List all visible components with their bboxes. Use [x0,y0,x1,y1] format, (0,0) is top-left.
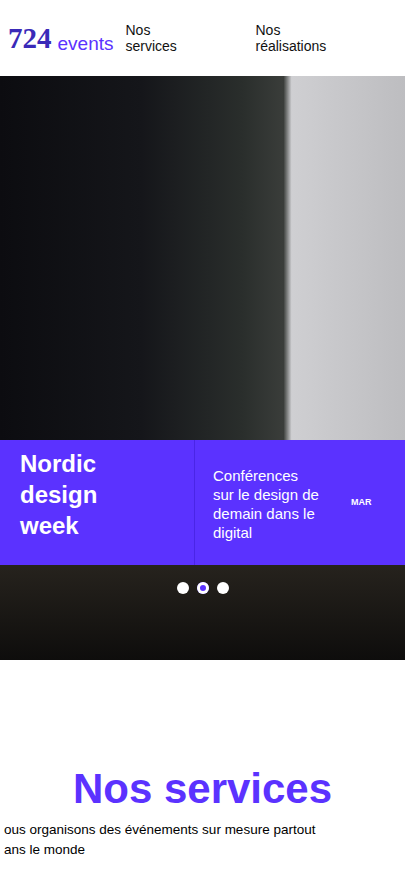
services-text-line: ous organisons des événements sur mesure… [4,820,405,840]
slide-date: MAR [345,496,372,510]
hero-photo [0,550,405,660]
slide-description-line: Conférences [213,466,337,485]
nav-link[interactable]: Nos réalisations [255,22,347,54]
nav-link[interactable]: Nos services [125,22,197,54]
site-header: 724 events Nos services Nos réalisations [0,0,405,76]
hero-slider: NordicdesignweekConférencessur le design… [0,76,405,660]
slide-title-line: Nordic [20,448,184,479]
slide-title-line: week [20,510,184,541]
services-text: ous organisons des événements sur mesure… [0,820,405,860]
logo-number: 724 [8,24,52,53]
slide-description-line: sur le design de [213,485,337,504]
services-text-line: ans le monde [4,840,405,860]
slide-description-line: demain dans le [213,504,337,523]
pagination-dot[interactable] [177,582,189,594]
slider-pagination [0,582,405,594]
pagination-dot[interactable] [197,582,209,594]
slide-title-line: design [20,479,184,510]
logo[interactable]: 724 events [8,24,113,53]
services-title: Nos services [0,766,405,812]
slide-title: Nordicdesignweek [0,440,195,565]
logo-word: events [58,34,114,53]
services-section: Nos services ous organisons des événement… [0,660,405,860]
pagination-dot[interactable] [217,582,229,594]
slide-description-line: digital [213,523,337,542]
slide-description: Conférencessur le design dedemain dans l… [195,454,345,552]
slide-banner[interactable]: NordicdesignweekConférencessur le design… [0,440,405,565]
